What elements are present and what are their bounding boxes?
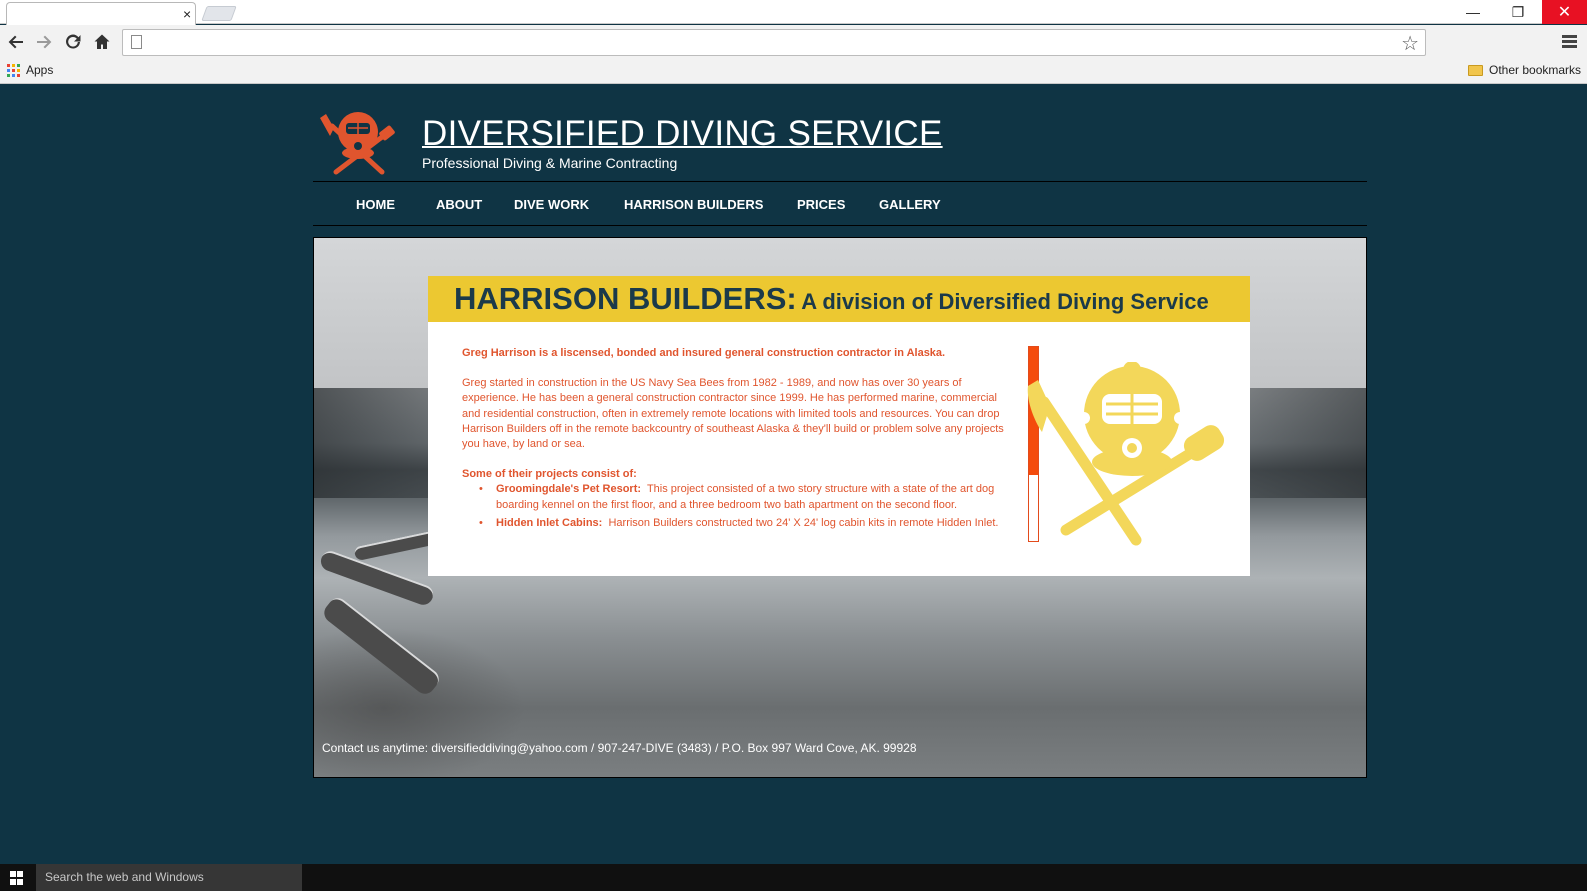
projects-list: Groomingdale's Pet Resort: This project … <box>462 482 1007 531</box>
nav-gallery[interactable]: GALLERY <box>879 197 941 212</box>
apps-grid-icon <box>7 63 20 77</box>
harrison-builders-card: HARRISON BUILDERS: A division of Diversi… <box>428 276 1250 576</box>
nav-bottom-divider <box>313 225 1367 226</box>
windows-start-icon[interactable] <box>10 871 24 885</box>
menu-icon[interactable] <box>1562 35 1577 48</box>
site-title-link[interactable]: DIVERSIFIED DIVING SERVICE <box>422 114 943 154</box>
windows-taskbar: Search the web and Windows <box>0 864 1587 891</box>
reload-icon[interactable] <box>62 31 84 53</box>
folder-icon <box>1468 64 1483 76</box>
contact-info: Contact us anytime: diversifieddiving@ya… <box>322 741 917 755</box>
nav-harrison-builders[interactable]: HARRISON BUILDERS <box>624 197 763 212</box>
tab-close-icon[interactable]: × <box>183 7 191 21</box>
project-desc: Harrison Builders constructed two 24' X … <box>608 516 999 529</box>
projects-heading: Some of their projects consist of: <box>462 468 637 481</box>
list-item: Hidden Inlet Cabins: Harrison Builders c… <box>462 516 1007 531</box>
diving-helmet-logo[interactable] <box>316 106 400 178</box>
new-tab-button[interactable] <box>201 6 237 21</box>
bookmarks-bar: Apps Other bookmarks <box>0 58 1587 84</box>
restore-icon[interactable]: ❐ <box>1496 0 1540 24</box>
tab-strip: × — ❐ ✕ <box>0 0 1587 25</box>
back-icon[interactable] <box>5 31 27 53</box>
experience-paragraph: Greg started in construction in the US N… <box>462 377 1004 451</box>
address-bar[interactable]: ☆ <box>122 29 1426 56</box>
diving-helmet-emblem <box>1027 362 1225 546</box>
card-subheading: A division of Diversified Diving Service <box>801 289 1209 314</box>
other-bookmarks[interactable]: Other bookmarks <box>1468 63 1581 77</box>
project-name: Groomingdale's Pet Resort: <box>496 483 642 496</box>
list-item: Groomingdale's Pet Resort: This project … <box>462 482 1007 512</box>
star-icon[interactable]: ☆ <box>1401 31 1419 56</box>
card-banner: HARRISON BUILDERS: A division of Diversi… <box>428 276 1250 322</box>
card-text: Greg Harrison is a liscensed, bonded and… <box>462 346 1007 534</box>
intro-text: Greg Harrison is a liscensed, bonded and… <box>462 347 946 359</box>
minimize-icon[interactable]: — <box>1451 0 1495 24</box>
browser-tab[interactable]: × <box>6 2 196 25</box>
taskbar-search-box[interactable]: Search the web and Windows <box>36 864 302 891</box>
apps-shortcut[interactable]: Apps <box>7 63 53 77</box>
forward-icon[interactable] <box>33 31 55 53</box>
hero-lake-image: HARRISON BUILDERS: A division of Diversi… <box>313 237 1367 778</box>
apps-label: Apps <box>26 63 54 77</box>
home-icon[interactable] <box>91 31 113 53</box>
driftwood-log <box>320 594 443 698</box>
main-nav: HOME ABOUT DIVE WORK HARRISON BUILDERS P… <box>313 182 1367 226</box>
nav-home[interactable]: HOME <box>356 197 395 212</box>
nav-about[interactable]: ABOUT <box>436 197 482 212</box>
other-bookmarks-label: Other bookmarks <box>1489 63 1582 77</box>
site-subtitle: Professional Diving & Marine Contracting <box>422 155 678 171</box>
close-window-icon[interactable]: ✕ <box>1542 0 1587 24</box>
nav-prices[interactable]: PRICES <box>797 197 845 212</box>
nav-dive-work[interactable]: DIVE WORK <box>514 197 589 212</box>
card-heading: HARRISON BUILDERS: <box>454 281 797 316</box>
page-icon <box>131 35 142 49</box>
project-name: Hidden Inlet Cabins: <box>496 516 603 529</box>
